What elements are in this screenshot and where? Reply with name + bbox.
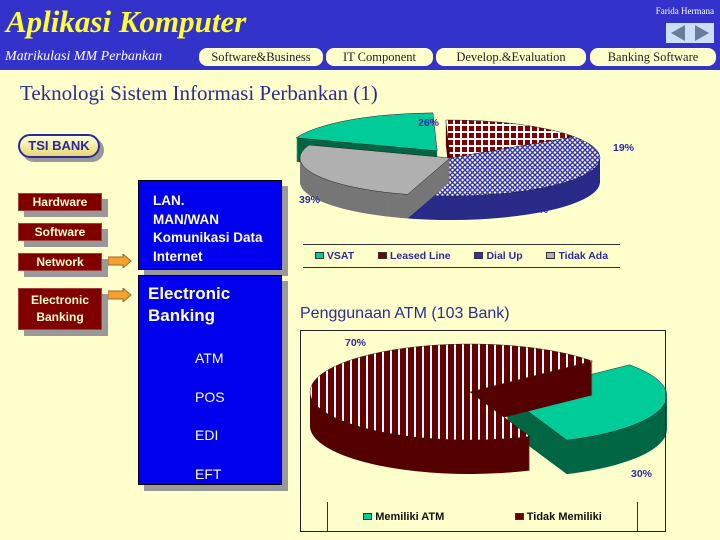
data-label: 16%: [527, 204, 549, 216]
legend-item: Dial Up: [474, 250, 523, 262]
chart2-legend: Memiliki ATM Tidak Memiliki: [327, 502, 638, 531]
chart2-title: Penggunaan ATM (103 Bank): [300, 305, 510, 322]
legend-item: Tidak Memiliki: [514, 511, 602, 523]
data-label: 30%: [631, 468, 653, 480]
data-label: 70%: [345, 337, 367, 349]
data-label: 39%: [299, 194, 321, 206]
data-label: 26%: [418, 117, 440, 129]
chart1-legend: VSAT Leased Line Dial Up Tidak Ada: [303, 244, 620, 268]
legend-item: Memiliki ATM: [363, 511, 444, 523]
legend-item: Tidak Ada: [546, 250, 608, 262]
legend-item: VSAT: [314, 250, 354, 262]
data-label: 19%: [613, 142, 635, 154]
legend-item: Leased Line: [377, 250, 451, 262]
